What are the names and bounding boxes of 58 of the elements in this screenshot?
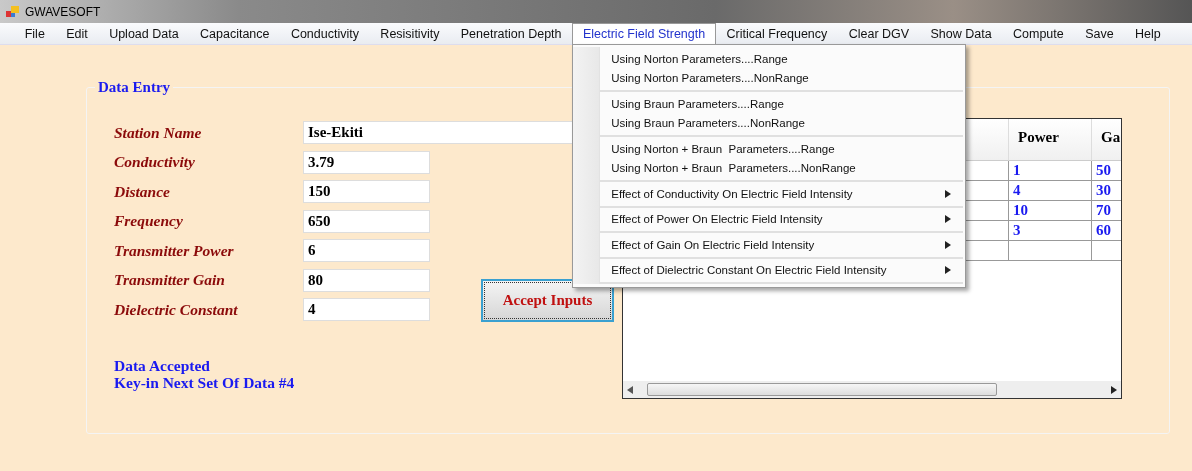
status-text: Key-in Next Set Of Data #4 xyxy=(114,373,296,391)
menu-item[interactable]: Conductivity xyxy=(280,23,370,44)
dropdown-item[interactable]: Effect of Gain On Electric Field Intensity xyxy=(600,235,964,255)
field-label: Conductivity xyxy=(114,153,196,172)
submenu-arrow-icon[interactable] xyxy=(945,240,952,249)
submenu-arrow-icon[interactable] xyxy=(945,215,952,224)
menu-item[interactable]: File xyxy=(14,23,56,44)
dropdown-item[interactable]: Using Norton Parameters....Range xyxy=(600,49,964,69)
table-cell: 30 xyxy=(1092,181,1121,201)
dropdown-item[interactable]: Using Braun Parameters....Range xyxy=(600,94,964,114)
group-title: Data Entry xyxy=(95,79,174,96)
table-cell: 50 xyxy=(1092,161,1121,181)
status-text: Data Accepted xyxy=(114,356,211,374)
input-field[interactable]: 4 xyxy=(303,298,430,322)
menu-item[interactable]: Upload Data xyxy=(98,23,190,44)
input-field[interactable]: 150 xyxy=(303,180,430,204)
menu-item[interactable]: Clear DGV xyxy=(838,23,920,44)
input-field[interactable]: 80 xyxy=(303,268,430,292)
table-cell: 3 xyxy=(1009,221,1092,241)
dropdown-item[interactable]: Effect of Conductivity On Electric Field Intensity xyxy=(600,184,964,204)
menu-item[interactable]: Penetration Depth xyxy=(450,23,573,44)
table-cell: 60 xyxy=(1092,221,1121,241)
menu-item[interactable]: Help xyxy=(1124,23,1172,44)
input-field[interactable]: 6 xyxy=(303,239,430,263)
field-label: Transmitter Gain xyxy=(114,271,226,290)
scroll-left-icon[interactable] xyxy=(627,385,633,394)
field-label: Distance xyxy=(114,182,171,201)
scroll-right-icon[interactable] xyxy=(1111,385,1117,394)
submenu-arrow-icon[interactable] xyxy=(945,266,952,275)
table-cell: 1 xyxy=(1009,161,1092,181)
menu-item[interactable]: Electric Field Strength xyxy=(572,23,716,44)
dropdown-item[interactable]: Effect of Power On Electric Field Intensity xyxy=(600,209,964,229)
menu-item[interactable]: Capacitance xyxy=(189,23,281,44)
submenu-arrow-icon[interactable] xyxy=(945,189,952,198)
menu-item[interactable]: Critical Frequency xyxy=(715,23,838,44)
table-cell: 4 xyxy=(1009,181,1092,201)
input-field[interactable]: 3.79 xyxy=(303,150,430,174)
column-header[interactable]: Power xyxy=(1009,119,1092,161)
horizontal-scrollbar[interactable] xyxy=(623,381,1121,398)
table-cell: 10 xyxy=(1009,201,1092,221)
window-title: GWAVESOFT xyxy=(25,4,101,19)
table-cell: 70 xyxy=(1092,201,1121,221)
menu-item[interactable]: Resisitivity xyxy=(369,23,451,44)
scroll-thumb[interactable] xyxy=(647,383,997,396)
dropdown-item[interactable]: Effect of Dielectric Constant On Electric Field Intensity xyxy=(600,260,964,280)
menu-item[interactable]: Edit xyxy=(55,23,99,44)
accept-inputs-button[interactable]: Accept Inputs xyxy=(481,278,614,322)
field-label: Station Name xyxy=(114,123,203,142)
field-label: Transmitter Power xyxy=(114,241,235,260)
field-label: Frequency xyxy=(114,212,184,231)
field-label: Dielectric Constant xyxy=(114,300,239,319)
app-icon xyxy=(6,5,20,18)
menu-item[interactable]: Compute xyxy=(1002,23,1075,44)
menu-item[interactable]: Show Data xyxy=(919,23,1003,44)
menu-item[interactable]: Save xyxy=(1074,23,1125,44)
dropdown-item[interactable]: Using Norton + Braun Parameters....NonRange xyxy=(600,158,964,178)
input-field[interactable]: 650 xyxy=(303,209,430,233)
dropdown-item[interactable]: Using Norton Parameters....NonRange xyxy=(600,68,964,88)
